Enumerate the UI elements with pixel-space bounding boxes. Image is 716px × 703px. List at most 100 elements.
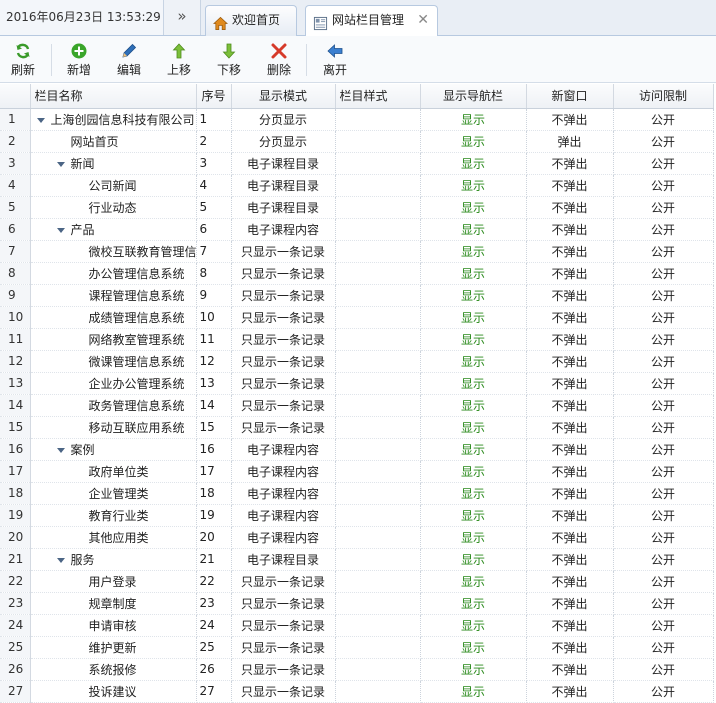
exit-button[interactable]: 离开: [312, 40, 358, 80]
table-row[interactable]: 26 系统报修 26 只显示一条记录 显示 不弹出 公开: [0, 658, 714, 681]
table-row[interactable]: 27 投诉建议 27 只显示一条记录 显示 不弹出 公开: [0, 680, 714, 703]
column-name-cell[interactable]: 新闻: [30, 152, 197, 175]
refresh-button[interactable]: 刷新: [0, 40, 46, 80]
table-row[interactable]: 9 课程管理信息系统 9 只显示一条记录 显示 不弹出 公开: [0, 284, 714, 307]
column-name-cell[interactable]: 规章制度: [30, 592, 197, 615]
column-style-cell: [335, 680, 421, 703]
delete-button[interactable]: 删除: [256, 40, 302, 80]
sequence-cell: 1: [196, 108, 232, 131]
column-name-cell[interactable]: 其他应用类: [30, 526, 197, 549]
column-name-cell[interactable]: 网站首页: [30, 130, 197, 153]
display-mode-cell: 只显示一条记录: [231, 350, 336, 373]
column-name-cell[interactable]: 服务: [30, 548, 197, 571]
table-row[interactable]: 13 企业办公管理系统 13 只显示一条记录 显示 不弹出 公开: [0, 372, 714, 395]
show-nav-cell: 显示: [420, 152, 527, 175]
column-name-cell[interactable]: 上海创园信息科技有限公司: [30, 108, 197, 131]
table-row[interactable]: 16 案例 16 电子课程内容 显示 不弹出 公开: [0, 438, 714, 461]
column-name-cell[interactable]: 产品: [30, 218, 197, 241]
column-name-cell[interactable]: 教育行业类: [30, 504, 197, 527]
table-row[interactable]: 3 新闻 3 电子课程目录 显示 不弹出 公开: [0, 152, 714, 175]
table-row[interactable]: 20 其他应用类 20 电子课程内容 显示 不弹出 公开: [0, 526, 714, 549]
datetime-display: 2016年06月23日 13:53:29: [0, 0, 163, 35]
header-column-style[interactable]: 栏目样式: [335, 84, 421, 109]
column-name-cell[interactable]: 政务管理信息系统: [30, 394, 197, 417]
tab-site-column-management[interactable]: 网站栏目管理 ✕: [305, 5, 438, 37]
row-number: 15: [0, 416, 31, 439]
column-name-cell[interactable]: 政府单位类: [30, 460, 197, 483]
expand-arrow-icon[interactable]: [56, 447, 65, 453]
table-row[interactable]: 10 成绩管理信息系统 10 只显示一条记录 显示 不弹出 公开: [0, 306, 714, 329]
tab-close-icon[interactable]: ✕: [417, 6, 429, 35]
table-row[interactable]: 25 维护更新 25 只显示一条记录 显示 不弹出 公开: [0, 636, 714, 659]
column-name-cell[interactable]: 公司新闻: [30, 174, 197, 197]
table-row[interactable]: 8 办公管理信息系统 8 只显示一条记录 显示 不弹出 公开: [0, 262, 714, 285]
move-down-button[interactable]: 下移: [206, 40, 252, 80]
table-row[interactable]: 19 教育行业类 19 电子课程内容 显示 不弹出 公开: [0, 504, 714, 527]
row-number: 25: [0, 636, 31, 659]
column-style-cell: [335, 196, 421, 219]
column-name-cell[interactable]: 成绩管理信息系统: [30, 306, 197, 329]
table-row[interactable]: 5 行业动态 5 电子课程目录 显示 不弹出 公开: [0, 196, 714, 219]
expand-arrow-icon[interactable]: [56, 557, 65, 563]
table-row[interactable]: 24 申请审核 24 只显示一条记录 显示 不弹出 公开: [0, 614, 714, 637]
table-row[interactable]: 18 企业管理类 18 电子课程内容 显示 不弹出 公开: [0, 482, 714, 505]
column-name-cell[interactable]: 案例: [30, 438, 197, 461]
sequence-cell: 12: [196, 350, 232, 373]
table-row[interactable]: 15 移动互联应用系统 15 只显示一条记录 显示 不弹出 公开: [0, 416, 714, 439]
column-name-cell[interactable]: 投诉建议: [30, 680, 197, 703]
column-name-cell[interactable]: 用户登录: [30, 570, 197, 593]
column-name-cell[interactable]: 企业办公管理系统: [30, 372, 197, 395]
expand-arrow-icon[interactable]: [56, 227, 65, 233]
edit-button[interactable]: 编辑: [106, 40, 152, 80]
show-nav-cell: 显示: [420, 570, 527, 593]
header-display-mode[interactable]: 显示模式: [231, 84, 336, 109]
move-up-button[interactable]: 上移: [156, 40, 202, 80]
table-row[interactable]: 12 微课管理信息系统 12 只显示一条记录 显示 不弹出 公开: [0, 350, 714, 373]
access-limit-cell: 公开: [613, 306, 714, 329]
expand-arrow-icon[interactable]: [56, 161, 65, 167]
column-name-label: 行业动态: [88, 200, 137, 215]
toolbar-divider: [51, 44, 52, 76]
table-row[interactable]: 4 公司新闻 4 电子课程目录 显示 不弹出 公开: [0, 174, 714, 197]
table-row[interactable]: 11 网络教室管理系统 11 只显示一条记录 显示 不弹出 公开: [0, 328, 714, 351]
column-name-cell[interactable]: 微课管理信息系统: [30, 350, 197, 373]
column-name-cell[interactable]: 办公管理信息系统: [30, 262, 197, 285]
header-access-limit[interactable]: 访问限制: [613, 84, 714, 109]
access-limit-cell: 公开: [613, 460, 714, 483]
tab-welcome-home[interactable]: 欢迎首页: [205, 5, 297, 36]
column-name-cell[interactable]: 行业动态: [30, 196, 197, 219]
table-row[interactable]: 17 政府单位类 17 电子课程内容 显示 不弹出 公开: [0, 460, 714, 483]
table-row[interactable]: 7 微校互联教育管理信 7 只显示一条记录 显示 不弹出 公开: [0, 240, 714, 263]
row-number: 2: [0, 130, 31, 153]
table-row[interactable]: 23 规章制度 23 只显示一条记录 显示 不弹出 公开: [0, 592, 714, 615]
table-row[interactable]: 1 上海创园信息科技有限公司 1 分页显示 显示 不弹出 公开: [0, 108, 714, 131]
table-row[interactable]: 21 服务 21 电子课程目录 显示 不弹出 公开: [0, 548, 714, 571]
column-name-cell[interactable]: 课程管理信息系统: [30, 284, 197, 307]
header-new-window[interactable]: 新窗口: [526, 84, 614, 109]
column-name-cell[interactable]: 企业管理类: [30, 482, 197, 505]
header-show-nav[interactable]: 显示导航栏: [420, 84, 527, 109]
header-column-name[interactable]: 栏目名称: [30, 84, 197, 109]
table-row[interactable]: 2 网站首页 2 分页显示 显示 弹出 公开: [0, 130, 714, 153]
expand-arrow-icon[interactable]: [36, 117, 45, 123]
sequence-cell: 25: [196, 636, 232, 659]
collapse-sidebar-button[interactable]: »: [163, 0, 201, 35]
row-number: 27: [0, 680, 31, 703]
column-name-cell[interactable]: 移动互联应用系统: [30, 416, 197, 439]
table-row[interactable]: 6 产品 6 电子课程内容 显示 不弹出 公开: [0, 218, 714, 241]
display-mode-cell: 只显示一条记录: [231, 240, 336, 263]
table-row[interactable]: 22 用户登录 22 只显示一条记录 显示 不弹出 公开: [0, 570, 714, 593]
display-mode-cell: 分页显示: [231, 130, 336, 153]
column-name-cell[interactable]: 系统报修: [30, 658, 197, 681]
column-style-cell: [335, 416, 421, 439]
sequence-cell: 24: [196, 614, 232, 637]
column-name-cell[interactable]: 申请审核: [30, 614, 197, 637]
column-name-cell[interactable]: 维护更新: [30, 636, 197, 659]
header-sequence[interactable]: 序号: [196, 84, 232, 109]
table-row[interactable]: 14 政务管理信息系统 14 只显示一条记录 显示 不弹出 公开: [0, 394, 714, 417]
column-style-cell: [335, 174, 421, 197]
sequence-cell: 9: [196, 284, 232, 307]
add-button[interactable]: 新增: [56, 40, 102, 80]
column-name-cell[interactable]: 网络教室管理系统: [30, 328, 197, 351]
column-name-cell[interactable]: 微校互联教育管理信: [30, 240, 197, 263]
